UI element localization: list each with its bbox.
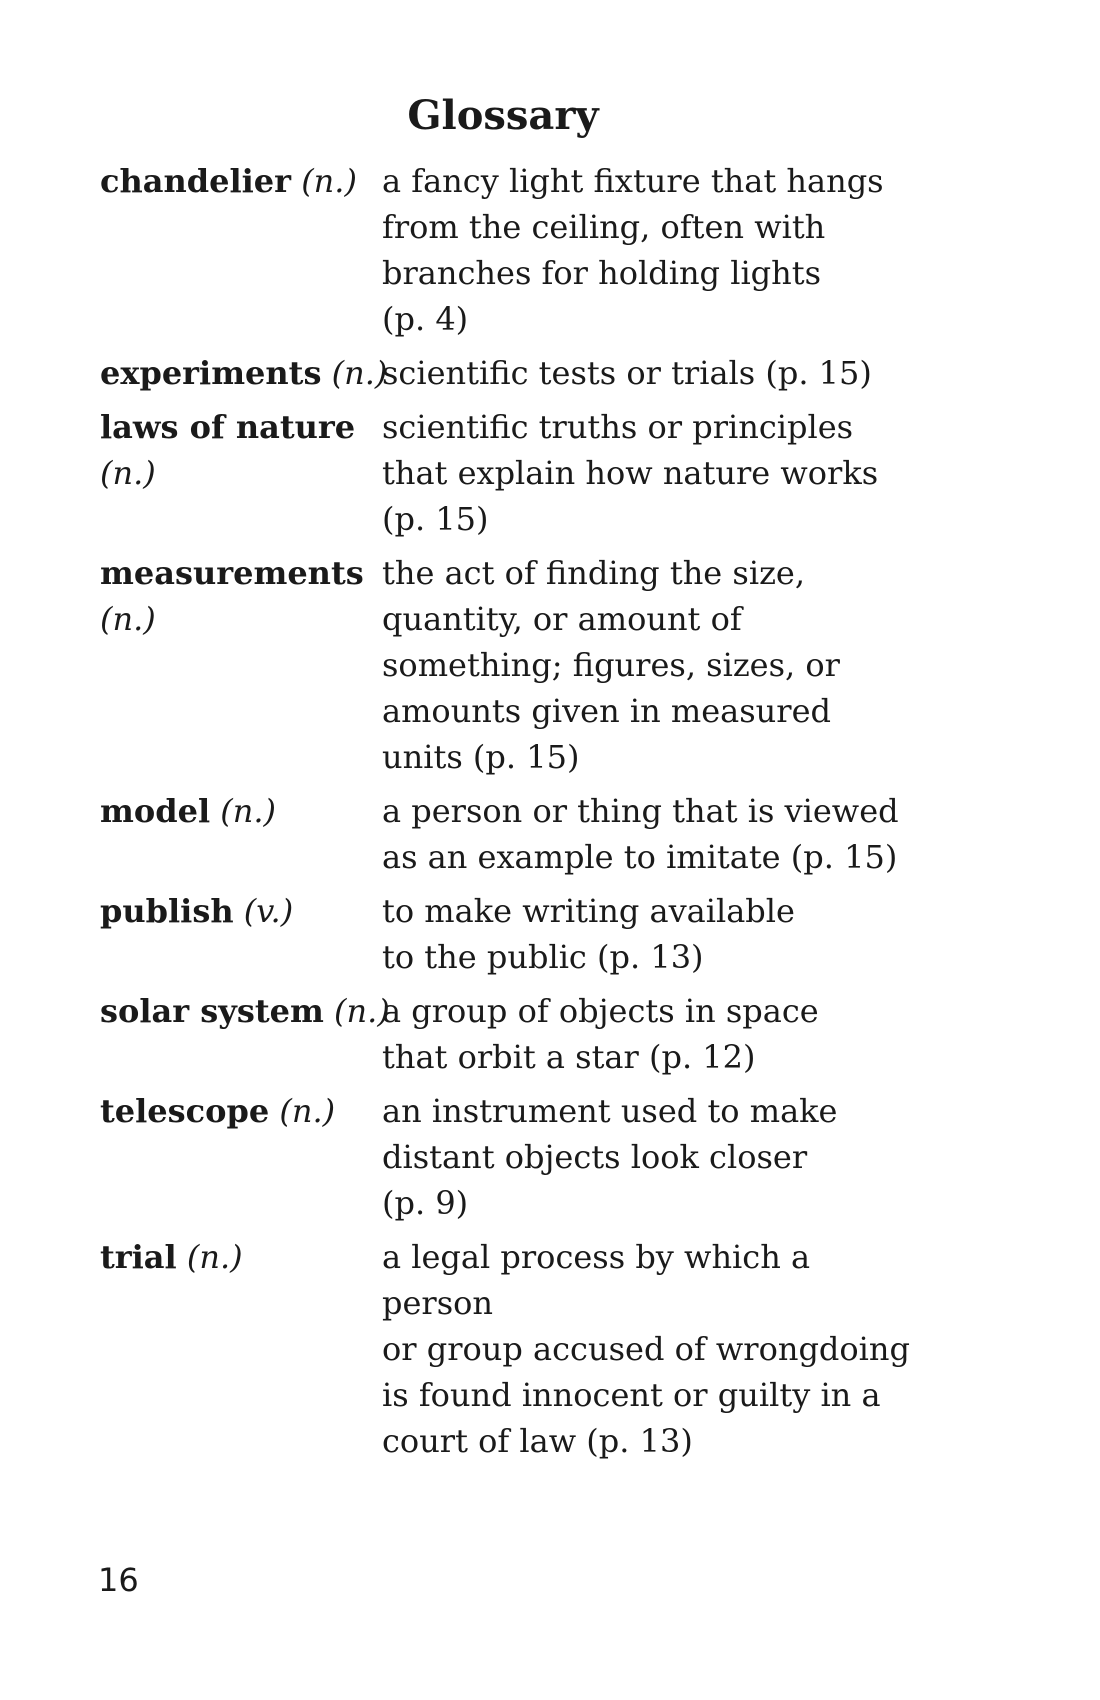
glossary-definition: an instrument used to make distant objec… xyxy=(382,1092,838,1222)
glossary-definition: scientific tests or trials (p. 15) xyxy=(382,354,872,392)
glossary-term: trial (n.) xyxy=(100,1234,382,1280)
glossary-term: telescope (n.) xyxy=(100,1088,382,1134)
glossary-entry-telescope: telescope (n.) an instrument used to mak… xyxy=(100,1088,940,1226)
glossary-definition: a group of objects in space that orbit a… xyxy=(382,992,819,1076)
glossary-term: solar system (n.) xyxy=(100,988,390,1034)
glossary-definition: scientific truths or principles that exp… xyxy=(382,408,879,538)
glossary-entry-solar-system: solar system (n.) a group of objects in … xyxy=(100,988,940,1080)
glossary-entry-chandelier: chandelier (n.) a fancy light fixture th… xyxy=(100,158,940,342)
glossary-definition: a person or thing that is viewed as an e… xyxy=(382,792,899,876)
term-word: measurements xyxy=(100,554,364,592)
part-of-speech: (n.) xyxy=(279,1092,336,1130)
glossary-definition: a legal process by which a person or gro… xyxy=(382,1238,910,1460)
glossary-entry-experiments: experiments (n.) scientific tests or tri… xyxy=(100,350,940,396)
page-title: Glossary xyxy=(407,92,599,139)
part-of-speech: (n.) xyxy=(301,162,357,200)
glossary-entry-laws-of-nature: laws of nature (n.) scientific truths or … xyxy=(100,404,940,542)
part-of-speech: (n.) xyxy=(331,354,388,392)
glossary-list: chandelier (n.) a fancy light fixture th… xyxy=(100,158,940,1472)
page-number: 16 xyxy=(98,1561,139,1599)
term-word: experiments xyxy=(100,354,322,392)
glossary-entry-model: model (n.) a person or thing that is vie… xyxy=(100,788,940,880)
glossary-definition: to make writing available to the public … xyxy=(382,892,795,976)
glossary-term: experiments (n.) xyxy=(100,350,387,396)
part-of-speech: (n.) xyxy=(100,454,156,492)
glossary-entry-measurements: measurements (n.) the act of finding the … xyxy=(100,550,940,780)
glossary-definition: a fancy light fixture that hangs from th… xyxy=(382,162,884,338)
glossary-definition: the act of finding the size, quantity, o… xyxy=(382,554,840,776)
glossary-entry-trial: trial (n.) a legal process by which a pe… xyxy=(100,1234,940,1464)
part-of-speech: (n.) xyxy=(186,1238,243,1276)
glossary-term: chandelier (n.) xyxy=(100,158,382,204)
glossary-term: laws of nature (n.) xyxy=(100,404,382,496)
term-word: trial xyxy=(100,1238,177,1276)
glossary-entry-publish: publish (v.) to make writing available t… xyxy=(100,888,940,980)
term-word: laws of nature xyxy=(100,408,356,446)
part-of-speech: (v.) xyxy=(243,892,294,930)
part-of-speech: (n.) xyxy=(100,600,156,638)
term-word: solar system xyxy=(100,992,324,1030)
term-word: model xyxy=(100,792,211,830)
glossary-term: model (n.) xyxy=(100,788,382,834)
term-word: telescope xyxy=(100,1092,270,1130)
glossary-term: measurements (n.) xyxy=(100,550,382,642)
term-word: chandelier xyxy=(100,162,292,200)
glossary-term: publish (v.) xyxy=(100,888,382,934)
part-of-speech: (n.) xyxy=(220,792,277,830)
term-word: publish xyxy=(100,892,234,930)
